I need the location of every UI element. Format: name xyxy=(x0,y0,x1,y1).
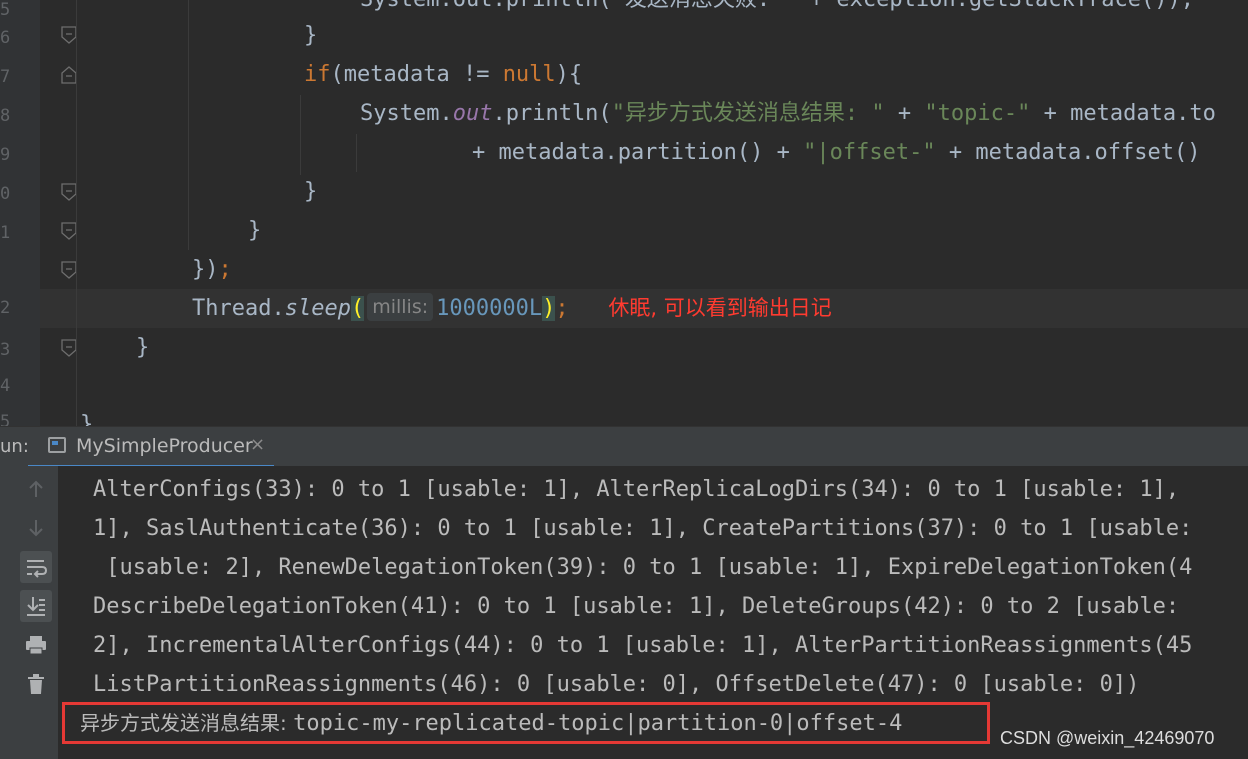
line-number: 6 xyxy=(0,28,11,48)
code-line: }); xyxy=(192,250,232,289)
code-text: .println( xyxy=(492,101,612,126)
code-line: System.out.println("异步方式发送消息结果: " + "top… xyxy=(360,94,1216,133)
code-text: System. xyxy=(360,101,453,126)
console-line: ListPartitionReassignments(46): 0 [usabl… xyxy=(93,672,1140,697)
line-number: 0 xyxy=(0,184,11,204)
arrow-up-icon[interactable] xyxy=(20,473,52,505)
code-line: + metadata.partition() + "|offset-" + me… xyxy=(472,133,1201,172)
line-number: 7 xyxy=(0,67,11,87)
console-line: [usable: 2], RenewDelegationToken(39): 0… xyxy=(93,555,1193,580)
print-icon[interactable] xyxy=(20,629,52,661)
line-number: 9 xyxy=(0,145,11,165)
console-result-line: 异步方式发送消息结果: topic-my-replicated-topic|pa… xyxy=(80,704,902,743)
semicolon: ; xyxy=(555,296,569,321)
indent-guide xyxy=(76,0,77,426)
paren-highlight: ) xyxy=(542,296,556,321)
keyword: if xyxy=(304,62,331,87)
code-text: (metadata != xyxy=(330,62,503,87)
fold-end-icon[interactable] xyxy=(61,222,77,240)
annotation-text: 休眠, 可以看到输出日记 xyxy=(608,296,832,320)
result-text: topic-my-replicated-topic|partition-0|of… xyxy=(293,711,903,736)
line-number: 4 xyxy=(0,376,11,396)
line-number: 5 xyxy=(0,412,11,426)
tab-label: MySimpleProducer xyxy=(76,435,253,457)
line-number: 8 xyxy=(0,106,11,126)
string-literal: "|offset-" xyxy=(803,140,936,165)
line-number: 5 xyxy=(0,0,11,20)
code-line: if(metadata != null){ xyxy=(304,55,582,94)
console-line: 1], SaslAuthenticate(36): 0 to 1 [usable… xyxy=(93,516,1193,541)
line-number: 2 xyxy=(0,298,11,318)
fold-end-icon[interactable] xyxy=(61,183,77,201)
fold-start-icon[interactable] xyxy=(61,66,77,84)
line-number: 1 xyxy=(0,223,11,243)
parameter-hint: millis: xyxy=(367,293,434,321)
code-line: } xyxy=(248,211,261,250)
line-number: 3 xyxy=(0,340,11,360)
side-strip xyxy=(0,466,14,759)
watermark: CSDN @weixin_42469070 xyxy=(1000,728,1215,748)
fold-end-icon[interactable] xyxy=(61,26,77,44)
run-toolbar xyxy=(14,466,59,759)
fold-end-icon[interactable] xyxy=(61,339,77,357)
string-literal: "异步方式发送消息结果: " xyxy=(611,101,885,126)
code-line: } xyxy=(80,405,93,426)
scroll-to-end-icon[interactable] xyxy=(20,590,52,622)
paren-highlight: ( xyxy=(350,296,365,321)
number-literal: 1000000L xyxy=(436,296,543,321)
code-editor[interactable]: 5 6 7 8 9 0 1 2 3 4 5 System.out.println… xyxy=(0,0,1248,426)
arrow-down-icon[interactable] xyxy=(20,512,52,544)
code-text: ){ xyxy=(555,62,583,87)
method-name: sleep xyxy=(284,296,351,321)
code-text: } xyxy=(80,412,94,426)
code-text: } xyxy=(304,23,318,48)
indent-guide xyxy=(356,134,357,172)
tab-mysimpleproducer[interactable]: MySimpleProducer × xyxy=(28,427,274,468)
code-text: System.out.println("发送消息失败: " + exceptio… xyxy=(360,0,1194,12)
run-panel-header: un: MySimpleProducer × xyxy=(0,426,1248,468)
console-line: DescribeDelegationToken(41): 0 to 1 [usa… xyxy=(93,594,1180,619)
fold-end-icon[interactable] xyxy=(61,261,77,279)
code-text: Thread. xyxy=(192,296,285,321)
field-ref: out xyxy=(452,101,493,126)
code-text: + metadata.to xyxy=(1030,101,1216,126)
console-line: AlterConfigs(33): 0 to 1 [usable: 1], Al… xyxy=(93,477,1180,502)
semicolon: ; xyxy=(218,257,232,282)
code-line: Thread.sleep(millis: 1000000L); 休眠, 可以看到输… xyxy=(192,289,832,328)
keyword: null xyxy=(502,62,556,87)
code-text: } xyxy=(304,179,318,204)
code-text: + metadata.partition() + xyxy=(472,140,804,165)
run-label: un: xyxy=(0,436,29,457)
code-text: }) xyxy=(192,257,219,282)
console-icon xyxy=(48,437,66,453)
line-number-gutter: 5 6 7 8 9 0 1 2 3 4 5 xyxy=(0,0,40,426)
result-prefix: 异步方式发送消息结果: xyxy=(80,711,294,735)
soft-wrap-icon[interactable] xyxy=(20,551,52,583)
code-text: } xyxy=(248,218,262,243)
console-line: 2], IncrementalAlterConfigs(44): 0 to 1 … xyxy=(93,633,1193,658)
code-text: + xyxy=(884,101,925,126)
string-literal: "topic-" xyxy=(924,101,1031,126)
code-text: } xyxy=(136,335,150,360)
code-line: } xyxy=(136,328,149,367)
code-text: + metadata.offset() xyxy=(935,140,1201,165)
trash-icon[interactable] xyxy=(20,668,52,700)
code-line: } xyxy=(304,16,317,55)
indent-guide xyxy=(300,95,301,175)
code-line: } xyxy=(304,172,317,211)
close-icon[interactable]: × xyxy=(250,434,265,455)
code-line: System.out.println("发送消息失败: " + exceptio… xyxy=(360,0,1194,19)
indent-guide xyxy=(188,0,189,250)
